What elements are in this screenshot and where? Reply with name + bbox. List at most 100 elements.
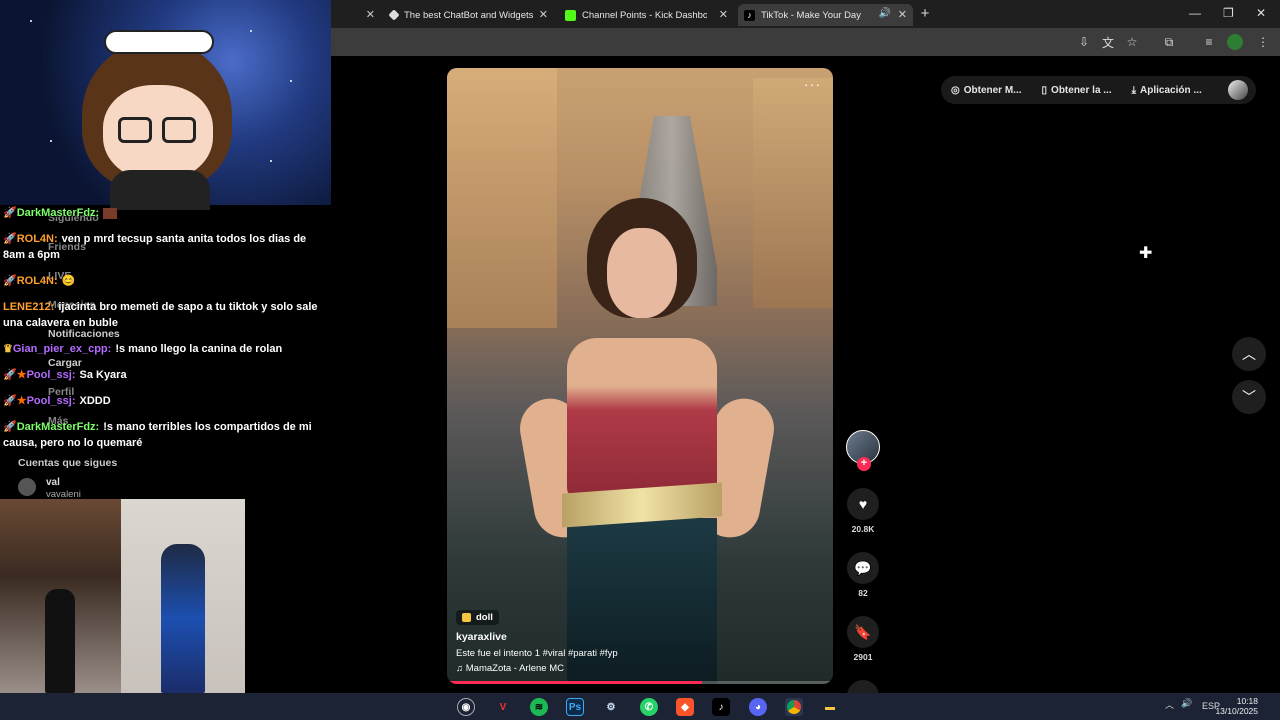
crown-badge-icon: ♛ <box>3 343 13 355</box>
valorant-icon[interactable]: V <box>494 698 512 716</box>
comment-button[interactable]: 💬 82 <box>843 552 883 598</box>
close-icon[interactable]: ✕ <box>366 8 375 21</box>
chat-message: LENE212: ijacinta bro memeti de sapo a tu… <box>3 299 329 331</box>
close-icon[interactable]: ✕ <box>898 8 907 21</box>
screen: ✕ The best ChatBot and Widgets ✕ Channel… <box>0 0 1280 720</box>
video-progress-bar[interactable] <box>447 681 833 684</box>
whatsapp-icon[interactable]: ✆ <box>640 698 658 716</box>
menu-dots-icon[interactable]: ⋮ <box>1255 34 1271 50</box>
tab-chatbot[interactable]: The best ChatBot and Widgets ✕ <box>384 4 554 26</box>
save-count: 2901 <box>853 652 873 662</box>
steam-icon[interactable]: ⚙ <box>602 698 620 716</box>
video-player[interactable]: ··· doll kyaraxlive Este fue el intento … <box>447 68 833 684</box>
chat-text: Sa Kyara <box>79 369 127 381</box>
widget-favicon-icon <box>388 9 400 21</box>
chat-username: Gian_pier_ex_cpp: <box>12 343 112 355</box>
video-username[interactable]: kyaraxlive <box>456 631 823 643</box>
video-description: Este fue el intento 1 #viral #parati #fy… <box>456 648 618 659</box>
volume-icon[interactable]: 🔊 <box>1181 698 1192 709</box>
translate-icon[interactable]: 文 <box>1100 34 1116 50</box>
tab-1[interactable]: ✕ <box>331 4 381 26</box>
profile-avatar-icon[interactable] <box>1227 34 1243 50</box>
media-control-icon[interactable]: ≡ <box>1201 34 1217 50</box>
more-options-icon[interactable]: ··· <box>804 76 821 92</box>
download-icon: ⤓ <box>1131 84 1137 96</box>
camera-feed-right <box>121 499 245 693</box>
obs-icon[interactable]: ◉ <box>457 698 475 716</box>
chrome-icon[interactable] <box>785 698 803 716</box>
extensions-icon[interactable]: ⧉ <box>1161 34 1177 50</box>
clock[interactable]: 10:18 13/10/2025 <box>1215 696 1258 716</box>
file-explorer-icon[interactable]: ▬ <box>821 698 839 716</box>
chat-username: ROL4N: <box>16 275 58 287</box>
tag-icon <box>462 613 471 622</box>
heart-icon: ♥ <box>847 488 879 520</box>
window-close-icon[interactable]: ✕ <box>1256 6 1266 20</box>
action-column: + ♥ 20.8K 💬 82 🔖 2901 ➦ 1501 <box>843 430 883 720</box>
chat-text: 😊 <box>61 275 76 287</box>
install-app-icon[interactable]: ⇩ <box>1076 34 1092 50</box>
tab-tiktok[interactable]: ♪ TikTok - Make Your Day 🔊 ✕ <box>738 4 913 26</box>
minimize-icon[interactable]: — <box>1189 6 1201 20</box>
top-action-bar: ◎ Obtener M... ▯ Obtener la ... ⤓ Aplica… <box>941 76 1256 104</box>
video-music[interactable]: ♫ MamaZota - Arlene MC <box>456 663 823 674</box>
crosshair-cursor-icon: ✚ <box>1139 245 1153 262</box>
chat-username: DarkMasterFdz: <box>16 207 100 219</box>
get-coins-button[interactable]: ◎ Obtener M... <box>941 85 1032 96</box>
follow-plus-icon[interactable]: + <box>857 457 871 471</box>
previous-video-button[interactable]: ︿ <box>1232 337 1266 371</box>
clock-date: 13/10/2025 <box>1215 706 1258 716</box>
close-icon[interactable]: ✕ <box>719 8 728 21</box>
streamer-avatar-overlay <box>0 0 331 210</box>
chat-message: 🚀★Pool_ssj: Sa Kyara <box>3 367 329 383</box>
user-avatar[interactable] <box>1228 80 1248 100</box>
creator-avatar[interactable]: + <box>846 430 880 471</box>
chevron-down-icon: ﹀ <box>1242 389 1256 405</box>
video-progress-fill <box>447 681 702 684</box>
speaker-icon[interactable]: 🔊 <box>879 8 891 19</box>
video-tag-badge[interactable]: doll <box>456 610 499 625</box>
browser-tab-bar: ✕ The best ChatBot and Widgets ✕ Channel… <box>331 0 1280 28</box>
taskbar: ◉ V ≋ Ps ⚙ ✆ ◆ ♪ ◕ ▬ ︿ 🔊 ESP 10:18 13/10… <box>0 693 1280 720</box>
clock-time: 10:18 <box>1236 696 1258 706</box>
new-tab-button[interactable]: + <box>917 5 933 22</box>
tiktok-favicon-icon: ♪ <box>744 9 755 21</box>
tab-chatbot-title: The best ChatBot and Widgets <box>404 9 534 21</box>
rocket-badge-icon: 🚀 <box>3 395 17 407</box>
camera-feed-left <box>0 499 121 693</box>
rocket-badge-icon: 🚀 <box>3 421 17 433</box>
tray-chevron-icon[interactable]: ︿ <box>1165 698 1174 711</box>
get-app-label: Obtener la ... <box>1051 84 1112 96</box>
desktop-app-button[interactable]: ⤓ Aplicación ... <box>1122 85 1212 96</box>
like-button[interactable]: ♥ 20.8K <box>843 488 883 534</box>
tiktok-app-icon[interactable]: ♪ <box>712 698 730 716</box>
music-note-icon: ♫ <box>456 663 466 674</box>
chat-text: XDDD <box>79 395 111 407</box>
bookmark-star-icon[interactable]: ☆ <box>1124 34 1140 50</box>
chat-message: 🚀DarkMasterFdz: !s mano terribles los com… <box>3 419 329 451</box>
star-badge-icon: ★ <box>16 369 27 381</box>
close-icon[interactable]: ✕ <box>539 8 548 21</box>
chat-message: ♛Gian_pier_ex_cpp: !s mano llego la canin… <box>3 341 329 357</box>
brave-icon[interactable]: ◆ <box>676 698 694 716</box>
next-video-button[interactable]: ﹀ <box>1232 380 1266 414</box>
restore-icon[interactable]: ❐ <box>1223 6 1234 20</box>
tab-kick[interactable]: Channel Points - Kick Dashboard ✕ <box>559 4 734 26</box>
photoshop-icon[interactable]: Ps <box>566 698 584 716</box>
coin-icon: ◎ <box>951 84 960 96</box>
chat-username: ROL4N: <box>16 233 58 245</box>
spotify-icon[interactable]: ≋ <box>530 698 548 716</box>
chat-username: DarkMasterFdz: <box>16 421 100 433</box>
chat-username: Pool_ssj: <box>26 395 76 407</box>
get-coins-label: Obtener M... <box>963 84 1022 96</box>
save-button[interactable]: 🔖 2901 <box>843 616 883 662</box>
star-badge-icon: ★ <box>16 395 27 407</box>
phone-icon: ▯ <box>1041 84 1048 96</box>
discord-icon[interactable]: ◕ <box>749 698 767 716</box>
get-app-button[interactable]: ▯ Obtener la ... <box>1032 85 1122 96</box>
tab-kick-title: Channel Points - Kick Dashboard <box>582 9 707 21</box>
tab-tiktok-title: TikTok - Make Your Day <box>761 9 861 21</box>
rocket-badge-icon: 🚀 <box>3 207 17 219</box>
chat-message: 🚀ROL4N: 😊 <box>3 273 329 289</box>
chat-message: 🚀★Pool_ssj: XDDD <box>3 393 329 409</box>
